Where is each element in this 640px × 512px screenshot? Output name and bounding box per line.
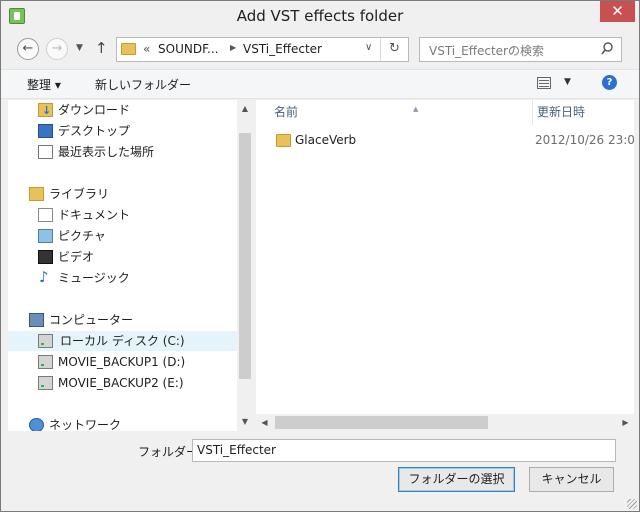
scroll-right-icon[interactable]: ▶: [617, 414, 634, 431]
cancel-button[interactable]: キャンセル: [529, 467, 614, 492]
search-icon[interactable]: [601, 42, 613, 56]
sidebar-item-computer[interactable]: コンピューター: [29, 310, 229, 330]
download-folder-icon: [38, 101, 53, 121]
sidebar-item-label: デスクトップ: [58, 124, 131, 138]
sidebar-item-label: ドキュメント: [58, 208, 131, 222]
sidebar-item-music[interactable]: ミュージック: [38, 267, 238, 288]
back-button[interactable]: ←: [17, 38, 39, 60]
sidebar-item-label: ライブラリ: [49, 187, 110, 201]
scroll-left-icon[interactable]: ◀: [256, 414, 273, 431]
title-bar: Add VST effects folder ✕: [1, 1, 639, 33]
local-disk-icon: [38, 334, 53, 348]
up-folder-button[interactable]: ↑: [95, 39, 108, 57]
sidebar-item-label: ローカル ディスク (C:): [60, 334, 185, 348]
command-toolbar: 整理 ▾ 新しいフォルダー ▼ ?: [1, 69, 639, 99]
folder-icon: [121, 43, 136, 55]
sidebar-item-local-disk-c[interactable]: ローカル ディスク (C:): [8, 331, 237, 351]
sidebar-item-videos[interactable]: ビデオ: [38, 247, 238, 267]
file-list-horizontal-scrollbar[interactable]: ◀ ▶: [256, 414, 634, 431]
file-list-pane: 名前 ▲ 更新日時 GlaceVerb 2012/10/26 23:08: [256, 100, 634, 431]
new-folder-button[interactable]: 新しいフォルダー: [95, 76, 191, 93]
select-folder-button[interactable]: フォルダーの選択: [398, 467, 515, 492]
sidebar-item-downloads[interactable]: ダウンロード: [38, 100, 238, 121]
column-header-label: 更新日時: [537, 105, 586, 119]
sidebar-item-label: ネットワーク: [49, 418, 122, 431]
column-header-label: 名前: [274, 105, 299, 119]
search-input[interactable]: VSTi_Effecterの検索: [419, 37, 622, 62]
sidebar-item-label: ピクチャ: [58, 229, 106, 243]
breadcrumb-item[interactable]: SOUNDF...: [158, 42, 218, 56]
resize-grip[interactable]: [627, 499, 637, 509]
sidebar-item-network[interactable]: ネットワーク: [29, 415, 229, 431]
recent-places-icon: [38, 145, 53, 159]
navigation-pane: ダウンロード デスクトップ 最近表示した場所 ライブラリ ドキュメント ピクチャ…: [8, 100, 253, 431]
sidebar-item-label: ダウンロード: [58, 103, 131, 117]
sidebar-item-pictures[interactable]: ピクチャ: [38, 226, 238, 246]
folder-picker-dialog: Add VST effects folder ✕ ← → ▼ ↑ « SOUND…: [0, 0, 640, 512]
sidebar-item-label: ビデオ: [58, 250, 95, 264]
folder-icon: [276, 134, 291, 147]
breadcrumb-overflow[interactable]: «: [143, 42, 150, 56]
sidebar-item-libraries[interactable]: ライブラリ: [29, 184, 229, 204]
sidebar-item-label: ミュージック: [58, 271, 130, 285]
folder-name-input[interactable]: VSTi_Effecter: [192, 439, 616, 462]
library-icon: [29, 187, 44, 201]
breadcrumb-separator-icon[interactable]: ▶: [230, 43, 236, 52]
forward-button[interactable]: →: [46, 38, 68, 60]
pictures-icon: [38, 229, 53, 243]
sidebar-item-movie-backup2[interactable]: MOVIE_BACKUP2 (E:): [38, 373, 238, 393]
sort-ascending-icon: ▲: [413, 105, 419, 113]
network-icon: [29, 418, 44, 431]
documents-icon: [38, 208, 53, 222]
desktop-icon: [38, 124, 53, 138]
navigation-pane-scrollbar[interactable]: ▲ ▼: [237, 100, 253, 431]
refresh-button[interactable]: ↻: [380, 38, 408, 61]
scroll-up-icon[interactable]: ▲: [237, 100, 253, 117]
scrollbar-thumb[interactable]: [275, 416, 488, 429]
drive-icon: [38, 355, 53, 369]
file-name: GlaceVerb: [295, 133, 357, 147]
sidebar-item-label: MOVIE_BACKUP1 (D:): [58, 355, 186, 369]
sidebar-item-label: コンピューター: [49, 313, 134, 327]
column-header-name[interactable]: 名前 ▲: [274, 100, 528, 125]
computer-icon: [29, 313, 44, 327]
music-icon: [38, 267, 53, 287]
close-button[interactable]: ✕: [600, 1, 635, 22]
sidebar-item-label: MOVIE_BACKUP2 (E:): [58, 376, 184, 390]
organize-menu-button[interactable]: 整理 ▾: [27, 76, 61, 93]
column-header-modified[interactable]: 更新日時: [532, 100, 634, 125]
drive-icon: [38, 376, 53, 390]
list-item[interactable]: GlaceVerb 2012/10/26 23:08: [268, 131, 634, 151]
address-dropdown-icon[interactable]: ∨: [365, 42, 372, 53]
search-placeholder: VSTi_Effecterの検索: [429, 44, 544, 58]
window-title: Add VST effects folder: [236, 7, 404, 25]
help-icon[interactable]: ?: [602, 75, 617, 90]
file-modified-date: 2012/10/26 23:08: [535, 133, 634, 147]
sidebar-item-movie-backup1[interactable]: MOVIE_BACKUP1 (D:): [38, 352, 238, 372]
sidebar-item-recent-places[interactable]: 最近表示した場所: [38, 142, 238, 162]
address-bar[interactable]: « SOUNDF... ▶ VSTi_Effecter ∨ ↻: [116, 37, 409, 62]
videos-icon: [38, 250, 53, 264]
scrollbar-thumb[interactable]: [239, 133, 251, 379]
sidebar-item-documents[interactable]: ドキュメント: [38, 205, 238, 225]
view-options-icon[interactable]: [537, 77, 551, 89]
recent-locations-dropdown-icon[interactable]: ▼: [76, 43, 83, 53]
view-dropdown-icon[interactable]: ▼: [564, 77, 571, 87]
scroll-down-icon[interactable]: ▼: [237, 413, 253, 430]
sidebar-item-desktop[interactable]: デスクトップ: [38, 121, 238, 141]
sidebar-item-label: 最近表示した場所: [58, 145, 155, 159]
breadcrumb-item[interactable]: VSTi_Effecter: [243, 42, 322, 56]
